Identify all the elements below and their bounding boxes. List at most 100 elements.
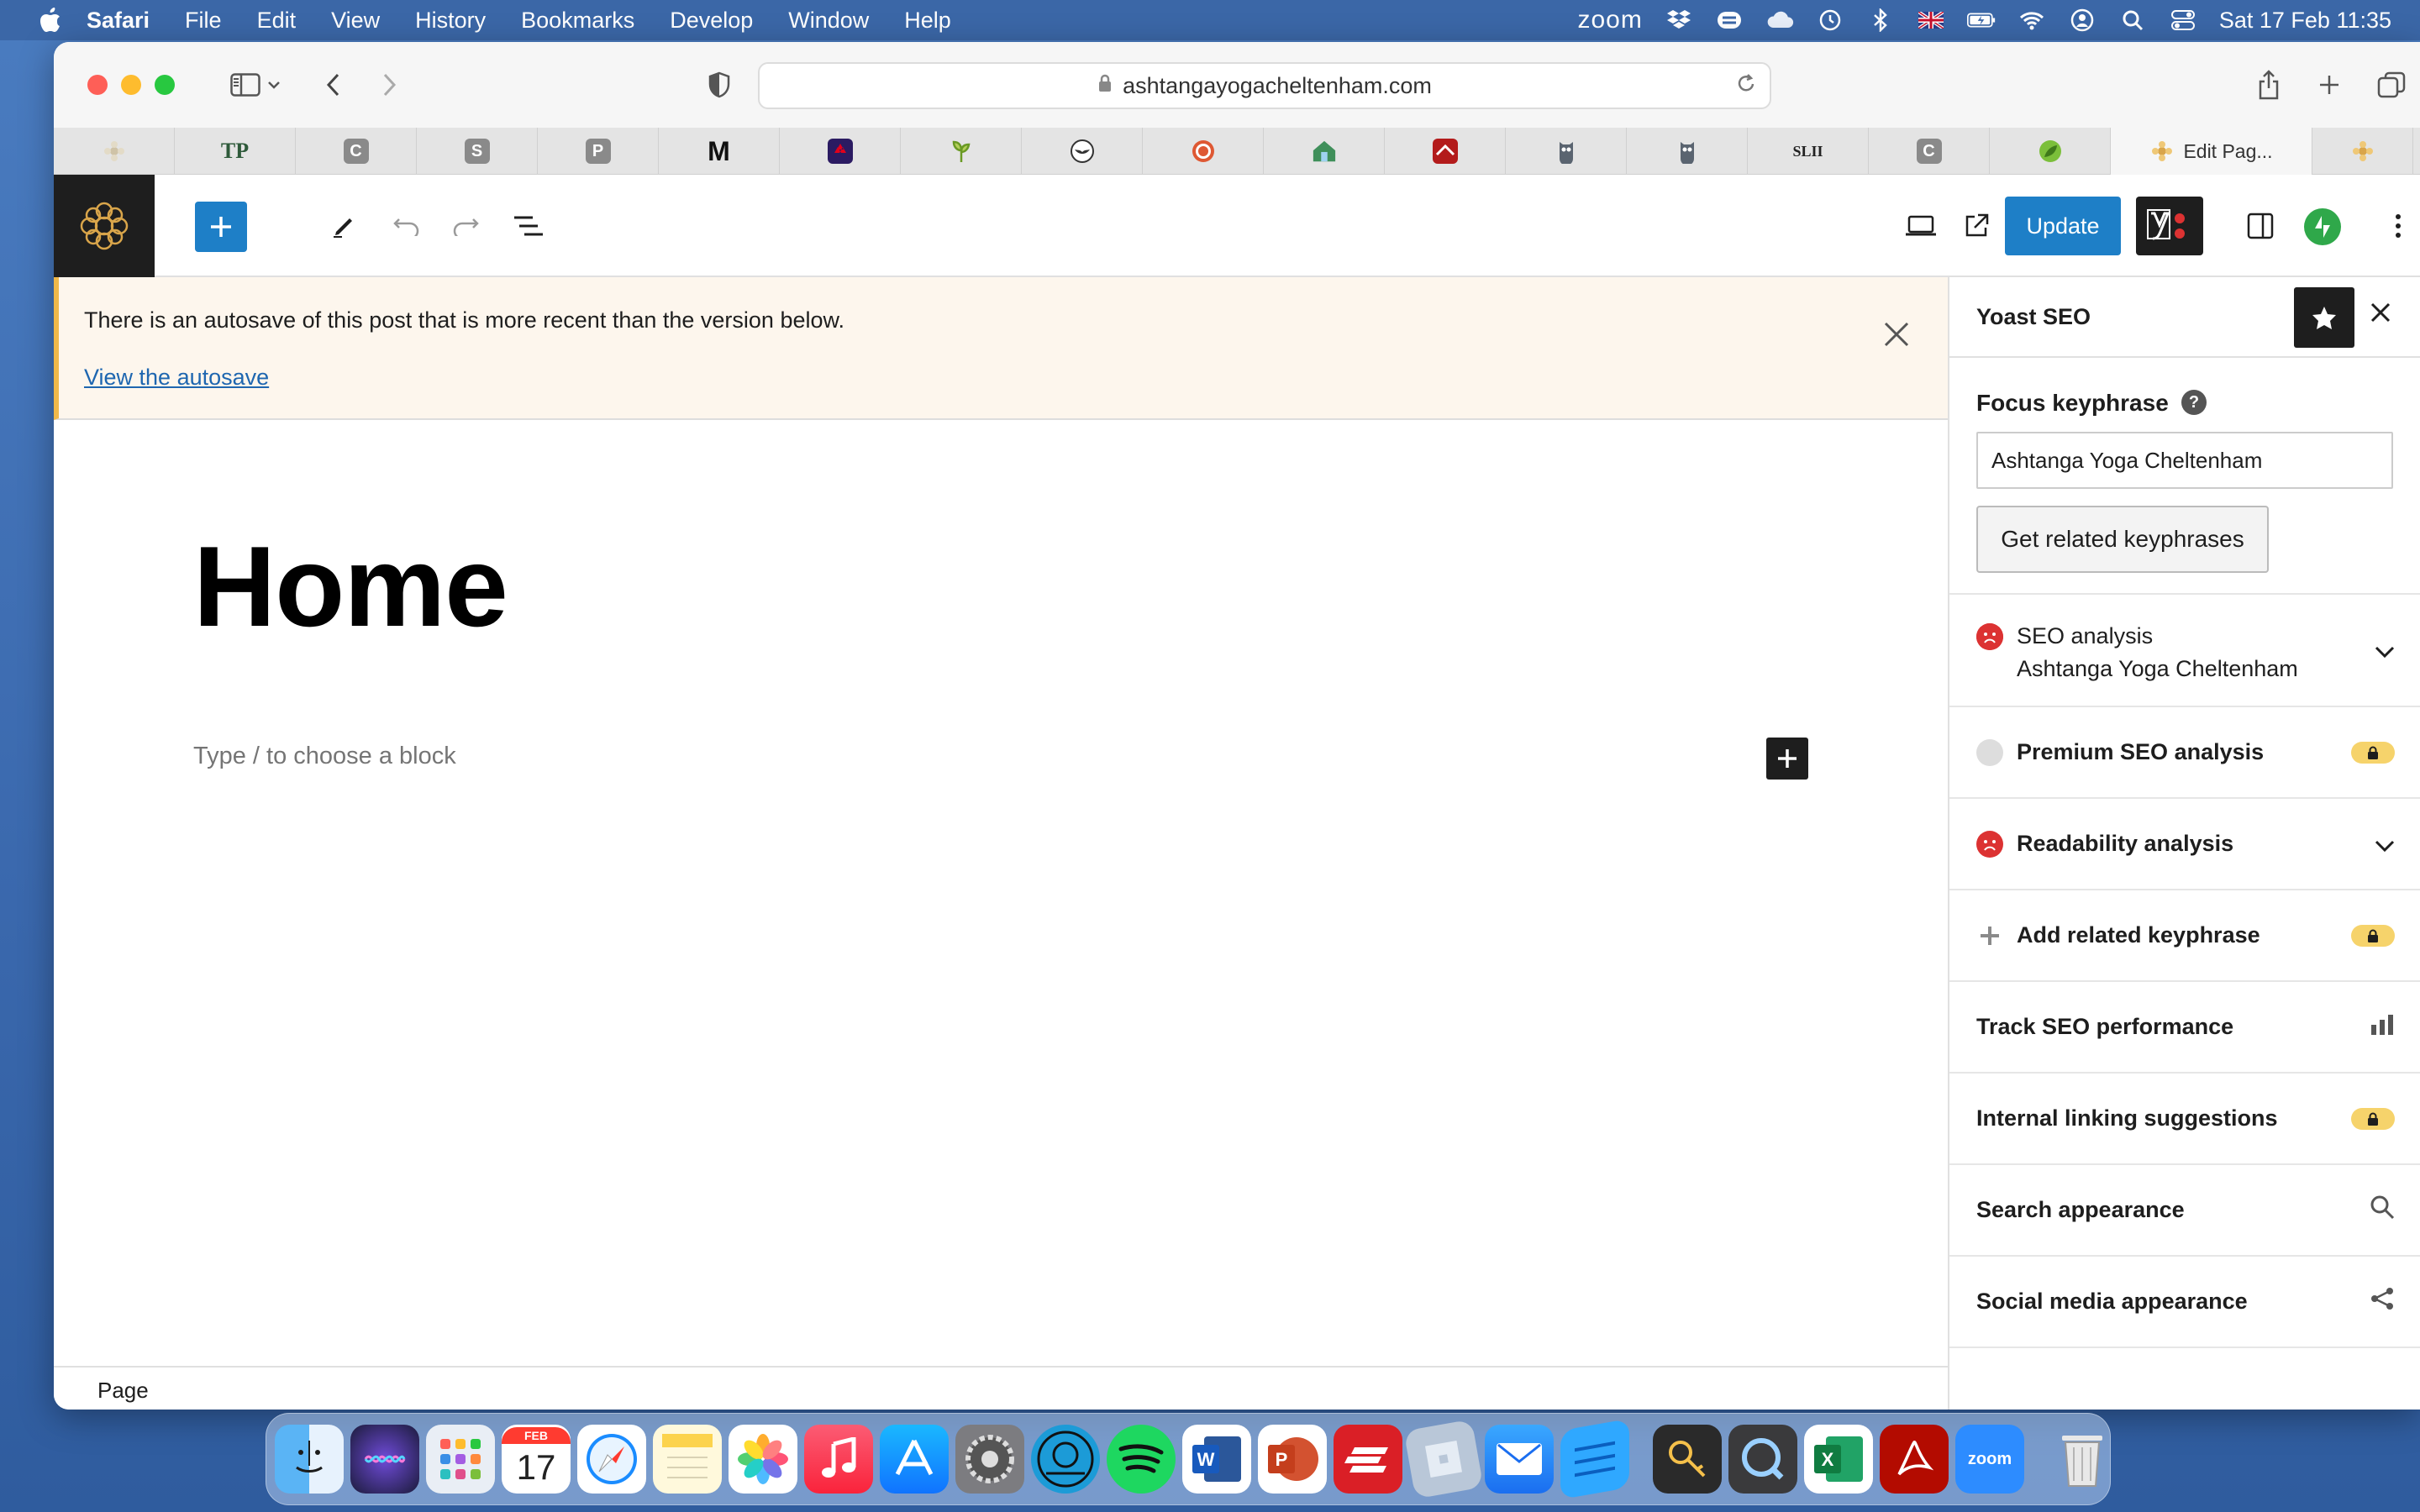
tab-15[interactable]: C: [1869, 128, 1990, 175]
update-button[interactable]: Update: [2005, 197, 2121, 255]
tab-11[interactable]: [1385, 128, 1506, 175]
site-logo[interactable]: [54, 175, 155, 277]
excel-icon[interactable]: X: [1804, 1425, 1873, 1494]
add-related-keyphrase-row[interactable]: Add related keyphrase: [1949, 890, 2420, 982]
calendar-icon[interactable]: FEB 17: [502, 1425, 571, 1494]
tab-6[interactable]: [780, 128, 901, 175]
settings-sidebar-icon[interactable]: [2235, 200, 2286, 252]
tab-4[interactable]: P: [538, 128, 659, 175]
internal-linking-row[interactable]: Internal linking suggestions: [1949, 1074, 2420, 1165]
system-preferences-icon[interactable]: [955, 1425, 1024, 1494]
zoom-app-icon[interactable]: zoom: [1955, 1425, 2024, 1494]
close-window-button[interactable]: [87, 75, 108, 95]
more-options-icon[interactable]: [2373, 200, 2420, 252]
menu-develop[interactable]: Develop: [652, 0, 771, 40]
chevron-down-icon[interactable]: [2375, 636, 2395, 664]
redo-icon[interactable]: [440, 200, 491, 252]
circle-app-icon[interactable]: [1031, 1425, 1100, 1494]
undo-icon[interactable]: [381, 200, 432, 252]
tab-overview-icon[interactable]: [2373, 66, 2410, 103]
mail-icon[interactable]: [1485, 1425, 1554, 1494]
back-icon[interactable]: [314, 66, 351, 103]
tab-14[interactable]: SLII: [1748, 128, 1869, 175]
finder-icon[interactable]: [275, 1425, 344, 1494]
tab-edit-page[interactable]: Edit Pag...: [2111, 128, 2312, 175]
address-bar[interactable]: ashtangayogacheltenham.com: [758, 62, 1771, 109]
tab-8[interactable]: [1022, 128, 1143, 175]
menu-help[interactable]: Help: [886, 0, 969, 40]
add-block-button[interactable]: [1766, 738, 1808, 780]
menu-file[interactable]: File: [167, 0, 239, 40]
share-icon[interactable]: [2250, 66, 2287, 103]
apple-menu-icon[interactable]: [32, 0, 69, 40]
menu-safari[interactable]: Safari: [69, 0, 167, 40]
tab-9[interactable]: [1143, 128, 1264, 175]
wifi-icon[interactable]: [2018, 8, 2046, 33]
premium-seo-analysis-row[interactable]: Premium SEO analysis: [1949, 707, 2420, 799]
tab-0[interactable]: [54, 128, 175, 175]
storage-app-icon[interactable]: [1560, 1418, 1629, 1500]
tab-7[interactable]: [901, 128, 1022, 175]
music-icon[interactable]: [804, 1425, 873, 1494]
time-machine-icon[interactable]: [1816, 8, 1844, 33]
photos-icon[interactable]: [729, 1425, 797, 1494]
tab-10[interactable]: [1264, 128, 1385, 175]
sync-icon[interactable]: [1715, 8, 1744, 33]
jetpack-icon[interactable]: [2304, 208, 2341, 245]
block-inserter-button[interactable]: [195, 202, 247, 252]
menu-window[interactable]: Window: [771, 0, 886, 40]
view-autosave-link[interactable]: View the autosave: [84, 365, 269, 391]
yoast-seo-toggle-icon[interactable]: [2136, 197, 2203, 255]
seo-analysis-row[interactable]: SEO analysis Ashtanga Yoga Cheltenham: [1949, 595, 2420, 707]
document-overview-icon[interactable]: [502, 200, 553, 252]
tab-1[interactable]: TP: [175, 128, 296, 175]
view-post-external-icon[interactable]: [1951, 200, 2002, 252]
help-icon[interactable]: ?: [2181, 390, 2207, 415]
tab-2[interactable]: C: [296, 128, 417, 175]
acrobat-icon[interactable]: [1880, 1425, 1949, 1494]
pin-star-icon[interactable]: [2294, 287, 2354, 348]
menu-view[interactable]: View: [313, 0, 397, 40]
forward-icon[interactable]: [371, 66, 408, 103]
tab-16[interactable]: [1990, 128, 2111, 175]
edit-tool-icon[interactable]: [319, 200, 370, 252]
keychain-icon[interactable]: [1653, 1425, 1722, 1494]
get-related-keyphrases-button[interactable]: Get related keyphrases: [1976, 506, 2269, 573]
menu-edit[interactable]: Edit: [239, 0, 314, 40]
uk-flag-icon[interactable]: [1917, 8, 1945, 33]
spotify-icon[interactable]: [1107, 1425, 1176, 1494]
minimize-window-button[interactable]: [121, 75, 141, 95]
maximize-window-button[interactable]: [155, 75, 175, 95]
launchpad-icon[interactable]: [426, 1425, 495, 1494]
social-media-appearance-row[interactable]: Social media appearance: [1949, 1257, 2420, 1348]
menu-history[interactable]: History: [397, 0, 503, 40]
chevron-down-icon[interactable]: [264, 66, 284, 103]
close-icon[interactable]: [2370, 294, 2391, 332]
spotlight-search-icon[interactable]: [2118, 8, 2147, 33]
siri-icon[interactable]: [350, 1425, 419, 1494]
quicktime-icon[interactable]: [1728, 1425, 1797, 1494]
notes-icon[interactable]: [653, 1425, 722, 1494]
tab-13[interactable]: [1627, 128, 1748, 175]
breadcrumb[interactable]: Page: [97, 1378, 149, 1404]
post-title[interactable]: Home: [193, 521, 508, 652]
tab-3[interactable]: S: [417, 128, 538, 175]
user-icon[interactable]: [2068, 8, 2096, 33]
zoom-status-icon[interactable]: zoom: [1577, 6, 1642, 34]
tab-5[interactable]: M: [659, 128, 780, 175]
block-placeholder[interactable]: Type / to choose a block: [193, 743, 456, 770]
trash-icon[interactable]: [2048, 1425, 2117, 1494]
tab-12[interactable]: [1506, 128, 1627, 175]
sidebar-toggle-icon[interactable]: [227, 66, 264, 103]
preview-device-icon[interactable]: [1896, 200, 1946, 252]
word-icon[interactable]: W: [1182, 1425, 1251, 1494]
expressvpn-icon[interactable]: [1334, 1425, 1402, 1494]
readability-analysis-row[interactable]: Readability analysis: [1949, 799, 2420, 890]
reload-icon[interactable]: [1736, 72, 1756, 100]
app-store-icon[interactable]: [880, 1425, 949, 1494]
bluetooth-icon[interactable]: [1866, 8, 1895, 33]
safari-icon[interactable]: [577, 1425, 646, 1494]
new-tab-icon[interactable]: [2311, 66, 2348, 103]
battery-icon[interactable]: [1966, 8, 1996, 33]
dropbox-icon[interactable]: [1665, 8, 1693, 33]
